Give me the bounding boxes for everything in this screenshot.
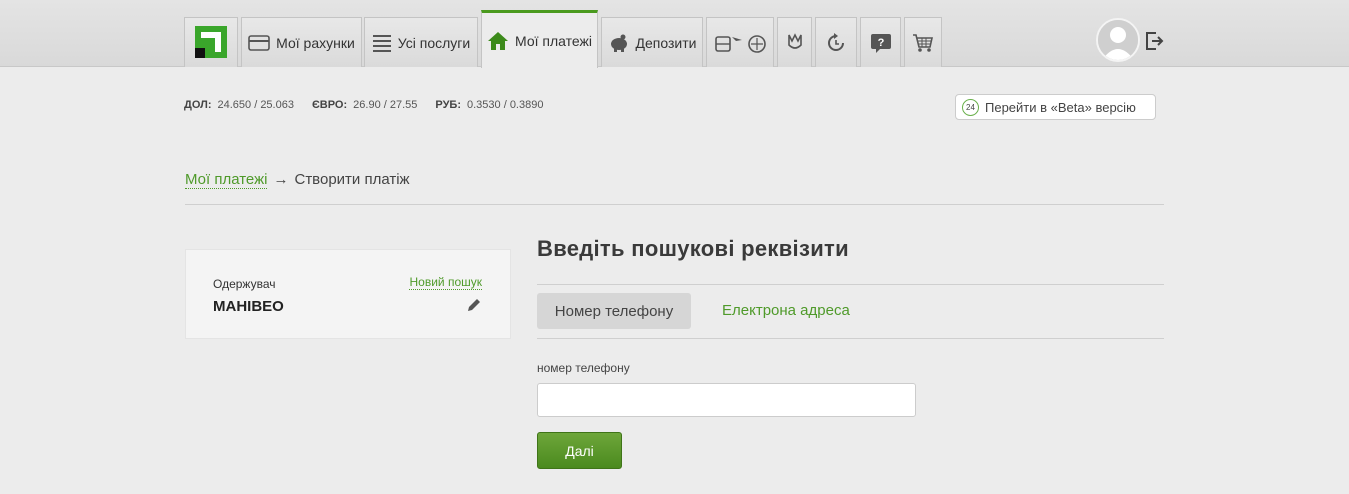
- tab-all-services[interactable]: Усі послуги: [364, 17, 478, 67]
- cart-icon: [913, 33, 933, 52]
- phone-input[interactable]: [537, 383, 916, 417]
- trident-icon: [787, 32, 802, 49]
- divider: [537, 284, 1164, 285]
- recipient-card: Одержувач МАНІВЕО Новий пошук: [185, 249, 511, 339]
- tab-my-accounts[interactable]: Мої рахунки: [241, 17, 362, 67]
- beta-label: Перейти в «Beta» версію: [985, 99, 1136, 115]
- logo-icon: [195, 26, 227, 58]
- card-icon: [248, 34, 270, 51]
- currency-rates: ДОЛ: 24.650 / 25.063 ЄВРО: 26.90 / 27.55 Р…: [184, 99, 561, 111]
- breadcrumb-arrow: →: [273, 171, 289, 188]
- top-nav-bar: Мої рахунки Усі послуги Мої платежі Депо…: [0, 0, 1349, 68]
- divider: [537, 338, 1164, 339]
- tab-label: Мої платежі: [515, 32, 592, 49]
- beta-version-button[interactable]: 24 Перейти в «Beta» версію: [955, 94, 1156, 120]
- edit-recipient-button[interactable]: [466, 297, 482, 318]
- tab-label: Депозити: [635, 34, 697, 51]
- logout-button[interactable]: [1144, 31, 1164, 51]
- avatar[interactable]: [1096, 18, 1140, 62]
- recipient-name: МАНІВЕО: [213, 298, 284, 315]
- recipient-label: Одержувач: [213, 277, 276, 291]
- tab-regular-payments[interactable]: [815, 17, 857, 67]
- travel-icon: [715, 34, 766, 53]
- beta-badge-icon: 24: [962, 98, 979, 116]
- tab-government[interactable]: [777, 17, 812, 67]
- tab-help[interactable]: ?: [860, 17, 901, 67]
- logout-icon: [1146, 32, 1164, 50]
- rate-eur: ЄВРО: 26.90 / 27.55: [311, 99, 418, 111]
- divider: [185, 204, 1164, 205]
- refresh-icon: [828, 32, 844, 51]
- piggy-bank-icon: [610, 34, 627, 52]
- tab-deposits[interactable]: Депозити: [601, 17, 703, 67]
- bank-logo[interactable]: [184, 17, 238, 67]
- help-icon: ?: [870, 33, 891, 53]
- tab-label: Усі послуги: [397, 34, 471, 51]
- tab-travel[interactable]: [706, 17, 774, 67]
- page-title: Введіть пошукові реквізити: [537, 236, 849, 261]
- home-icon: [488, 31, 508, 50]
- user-icon: [1098, 20, 1138, 60]
- breadcrumb-current: Створити платіж: [294, 171, 410, 188]
- tab-label: Мої рахунки: [276, 34, 355, 51]
- breadcrumb-my-payments-link[interactable]: Мої платежі: [185, 171, 268, 189]
- tab-shop[interactable]: [904, 17, 942, 67]
- tab-phone-number[interactable]: Номер телефону: [537, 293, 691, 329]
- list-icon: [372, 34, 391, 52]
- rate-usd: ДОЛ: 24.650 / 25.063: [184, 99, 294, 111]
- rate-rub: РУБ: 0.3530 / 0.3890: [435, 99, 544, 111]
- new-search-link[interactable]: Новий пошук: [409, 275, 482, 290]
- tab-email-address[interactable]: Електрона адреса: [722, 302, 850, 319]
- tab-my-payments[interactable]: Мої платежі: [481, 10, 598, 68]
- breadcrumb: Мої платежі → Створити платіж: [185, 171, 410, 189]
- pencil-icon: [468, 299, 480, 311]
- phone-field-label: номер телефону: [537, 361, 630, 375]
- next-button[interactable]: Далі: [537, 432, 622, 469]
- svg-text:?: ?: [877, 37, 884, 49]
